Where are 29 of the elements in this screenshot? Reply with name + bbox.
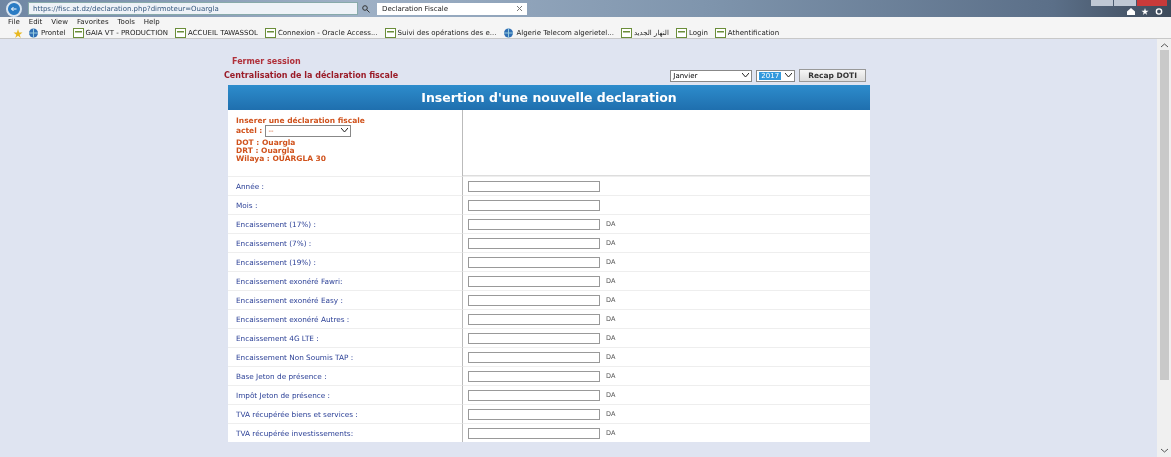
globe-icon: [503, 27, 515, 38]
globe-icon: [28, 27, 39, 38]
back-button[interactable]: [6, 1, 22, 17]
home-icon[interactable]: [1127, 8, 1135, 15]
favorites-star-icon[interactable]: [13, 29, 23, 38]
input-field[interactable]: [468, 427, 600, 439]
input-field[interactable]: [468, 218, 600, 230]
star-icon[interactable]: [1141, 8, 1149, 15]
settings-icon[interactable]: [1155, 8, 1163, 15]
input-field[interactable]: [468, 256, 600, 268]
input-field[interactable]: [468, 237, 600, 249]
input-field[interactable]: [468, 351, 600, 363]
input-field[interactable]: [468, 199, 600, 211]
input-field[interactable]: [468, 275, 600, 287]
input-field[interactable]: [468, 294, 600, 306]
input-field[interactable]: [468, 408, 600, 420]
scroll-up-icon[interactable]: [1160, 43, 1168, 48]
input-field[interactable]: [468, 180, 600, 192]
input-field[interactable]: [468, 332, 600, 344]
input-field[interactable]: [468, 389, 600, 401]
form-title: Insertion d'une nouvelle declaration: [228, 85, 870, 110]
input-field[interactable]: [468, 370, 600, 382]
scrollbar[interactable]: [1157, 39, 1171, 457]
search-icon[interactable]: [362, 4, 370, 13]
scroll-down-icon[interactable]: [1160, 448, 1168, 453]
page-heading: Centralisation de la déclaration fiscale: [224, 71, 399, 80]
close-icon[interactable]: [517, 6, 522, 11]
input-field[interactable]: [468, 313, 600, 325]
logout-link[interactable]: Fermer session: [232, 57, 301, 66]
